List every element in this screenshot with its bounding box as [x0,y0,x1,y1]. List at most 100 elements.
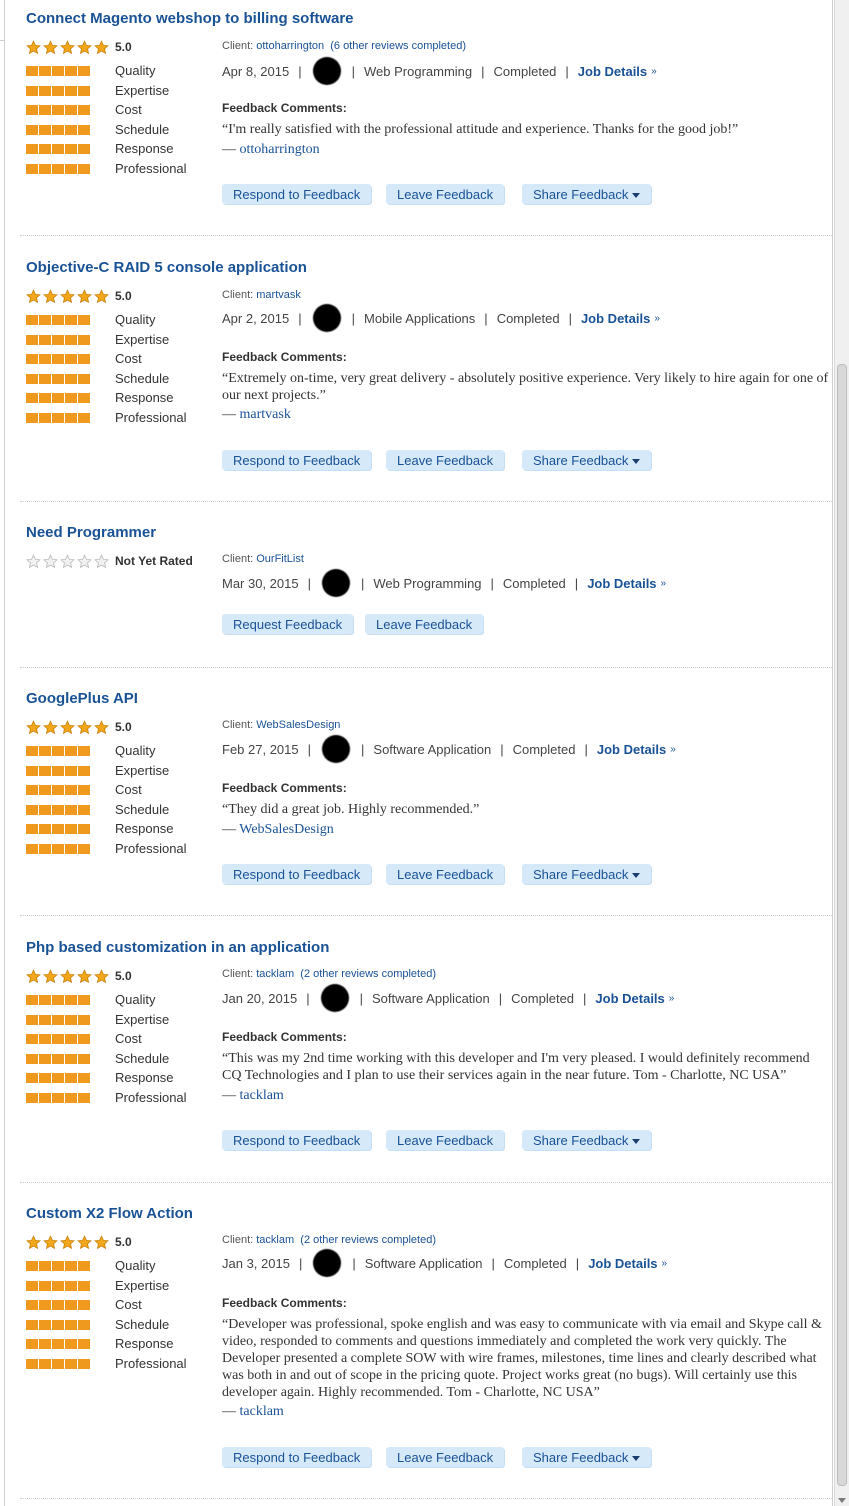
respond-feedback-button[interactable]: Respond to Feedback [222,450,372,470]
job-details-link[interactable]: Job Details [587,576,656,591]
review-title[interactable]: Php based customization in an applicatio… [26,939,329,956]
share-feedback-button[interactable]: Share Feedback [522,1447,652,1467]
author-link[interactable]: tacklam [240,1404,284,1419]
review-title[interactable]: Objective-C RAID 5 console application [26,259,307,276]
double-chevron-down-icon[interactable]: » [651,66,657,77]
caret-down-icon [632,873,641,879]
rating-category-label: Quality [115,63,156,78]
client-link[interactable]: ottoharrington [256,40,324,52]
respond-feedback-button[interactable]: Respond to Feedback [222,864,372,884]
other-reviews-link[interactable]: (6 other reviews completed) [330,40,466,52]
author-link[interactable]: martvask [240,407,291,422]
rating-category-label: Cost [115,1031,142,1047]
rating-bars [26,824,90,835]
rating-bars [26,315,90,325]
job-details-link[interactable]: Job Details [597,742,666,757]
client-link[interactable]: OurFitList [256,553,304,565]
double-chevron-down-icon[interactable]: » [662,1258,668,1269]
job-category: Web Programming [364,63,473,79]
leave-feedback-button[interactable]: Leave Feedback [386,1447,505,1467]
job-details-link[interactable]: Job Details [595,991,664,1006]
share-feedback-button[interactable]: Share Feedback [522,864,652,884]
leave-feedback-button[interactable]: Leave Feedback [365,614,484,634]
separator: | [298,1255,303,1271]
author-link[interactable]: WebSalesDesign [239,822,334,837]
rating-category-label: Expertise [115,331,170,347]
star-empty-icon [43,554,58,569]
review-title[interactable]: Custom X2 Flow Action [26,1205,193,1222]
job-details-link[interactable]: Job Details [581,311,650,326]
separator: | [574,575,579,591]
author-link[interactable]: ottoharrington [240,142,320,157]
leave-feedback-button[interactable]: Leave Feedback [386,864,505,884]
leave-feedback-button[interactable]: Leave Feedback [386,450,505,470]
scrollbar-thumb[interactable] [837,364,847,1486]
star-filled-icon [60,40,75,55]
respond-feedback-button[interactable]: Respond to Feedback [222,1130,372,1150]
job-category: Software Application [371,990,490,1006]
client-line: Client: OurFitList [222,553,304,565]
rating-category-label: Schedule [115,1316,170,1332]
rating-bars [26,1319,90,1330]
separator: | [490,575,494,591]
feedback-comment: “I'm really satisfied with the professio… [222,122,739,137]
separator: | [361,575,365,591]
rating-category-label: Professional [115,841,187,856]
share-feedback-button[interactable]: Share Feedback [522,1130,652,1150]
client-line: Client: tacklam (2 other reviews complet… [222,1234,436,1246]
share-feedback-button[interactable]: Share Feedback [522,450,652,470]
rating-bars [26,413,90,423]
author-link[interactable]: tacklam [240,1088,284,1103]
rating-bars [26,105,90,116]
job-status: Completed [503,1255,567,1271]
respond-feedback-button[interactable]: Respond to Feedback [222,1447,372,1467]
divider [20,915,832,916]
overall-stars [26,1235,109,1250]
share-label: Share Feedback [533,1450,629,1465]
rating-category-label: Professional [115,410,187,425]
job-details-link[interactable]: Job Details [578,64,647,79]
overall-stars [26,40,109,55]
star-empty-icon [77,554,92,569]
client-link[interactable]: martvask [256,289,301,301]
caret-down-icon [632,193,641,199]
double-chevron-down-icon[interactable]: » [654,313,660,324]
star-filled-icon [60,1235,75,1250]
share-label: Share Feedback [533,1133,629,1148]
other-reviews-link[interactable]: (2 other reviews completed) [300,1234,436,1246]
rating-category-label: Quality [115,992,156,1007]
client-link[interactable]: WebSalesDesign [256,719,340,731]
double-chevron-down-icon[interactable]: » [670,744,676,755]
vertical-scrollbar[interactable] [834,0,849,1506]
rating-bars [26,1300,90,1311]
rating-bars [26,1034,90,1045]
respond-feedback-button[interactable]: Respond to Feedback [222,184,372,204]
review-title[interactable]: Need Programmer [26,524,156,541]
separator: | [352,1255,356,1271]
client-link[interactable]: tacklam [256,1234,294,1246]
request-feedback-button[interactable]: Request Feedback [222,614,354,634]
review-title[interactable]: GooglePlus API [26,690,138,707]
review-title[interactable]: Connect Magento webshop to billing softw… [26,10,354,27]
rating-category-label: Expertise [115,82,170,98]
feedback-comment: “They did a great job. Highly recommende… [222,802,480,817]
rating-category-label: Response [115,1070,174,1086]
client-link[interactable]: tacklam [256,968,294,980]
double-chevron-down-icon[interactable]: » [669,993,675,1004]
leave-feedback-button[interactable]: Leave Feedback [386,1130,505,1150]
rating-category-label: Expertise [115,762,170,778]
job-details-link[interactable]: Job Details [588,1256,657,1271]
rating-category-label: Expertise [115,1277,170,1293]
rating-category-label: Cost [115,351,142,367]
rating-bars [26,1093,90,1103]
double-chevron-down-icon[interactable]: » [661,578,667,589]
share-feedback-button[interactable]: Share Feedback [522,184,652,204]
other-reviews-link[interactable]: (2 other reviews completed) [300,968,436,980]
leave-feedback-button[interactable]: Leave Feedback [386,184,505,204]
separator: | [484,310,488,326]
job-status: Completed [502,575,566,591]
client-line: Client: WebSalesDesign [222,719,340,731]
scroll-down-icon[interactable] [838,1498,846,1503]
separator: | [498,990,503,1006]
job-meta: Mar 30, 2015 | | Web Programming | Completed |… [222,569,666,597]
